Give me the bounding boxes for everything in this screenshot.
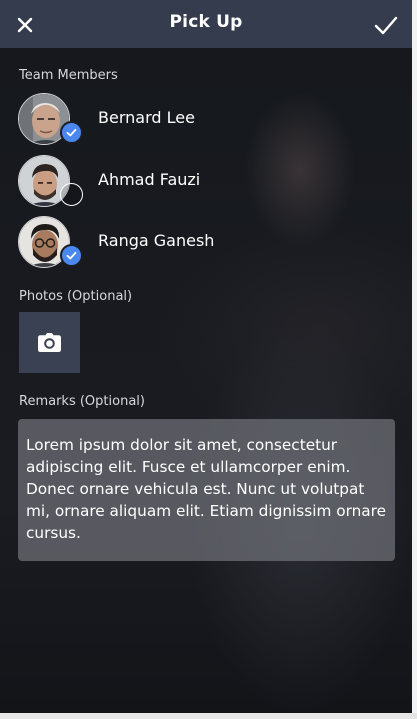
add-photo-button[interactable]	[19, 312, 80, 373]
member-item-bernard-lee[interactable]: Bernard Lee	[18, 93, 318, 147]
remarks-textarea[interactable]: Lorem ipsum dolor sit amet, consectetur …	[18, 419, 395, 561]
checkmark-icon	[374, 16, 398, 35]
confirm-button[interactable]	[372, 11, 400, 39]
unselected-circle-icon	[60, 183, 83, 206]
selected-check-icon	[60, 121, 83, 144]
camera-icon	[38, 333, 61, 352]
member-item-ranga-ganesh[interactable]: Ranga Ganesh	[18, 216, 318, 270]
member-name: Ahmad Fauzi	[98, 170, 201, 189]
pick-up-screen: Pick Up Team Members Bernard Lee Ahmad F…	[0, 0, 412, 713]
member-name: Ranga Ganesh	[98, 231, 215, 250]
remarks-label: Remarks (Optional)	[19, 394, 145, 409]
team-members-label: Team Members	[19, 68, 118, 83]
page-title: Pick Up	[169, 12, 243, 32]
selected-check-icon	[60, 244, 83, 267]
member-item-ahmad-fauzi[interactable]: Ahmad Fauzi	[18, 155, 318, 209]
window-edge	[0, 713, 417, 719]
photos-label: Photos (Optional)	[19, 289, 133, 304]
top-bar: Pick Up	[0, 0, 412, 48]
window-edge	[412, 0, 417, 719]
member-name: Bernard Lee	[98, 108, 195, 127]
